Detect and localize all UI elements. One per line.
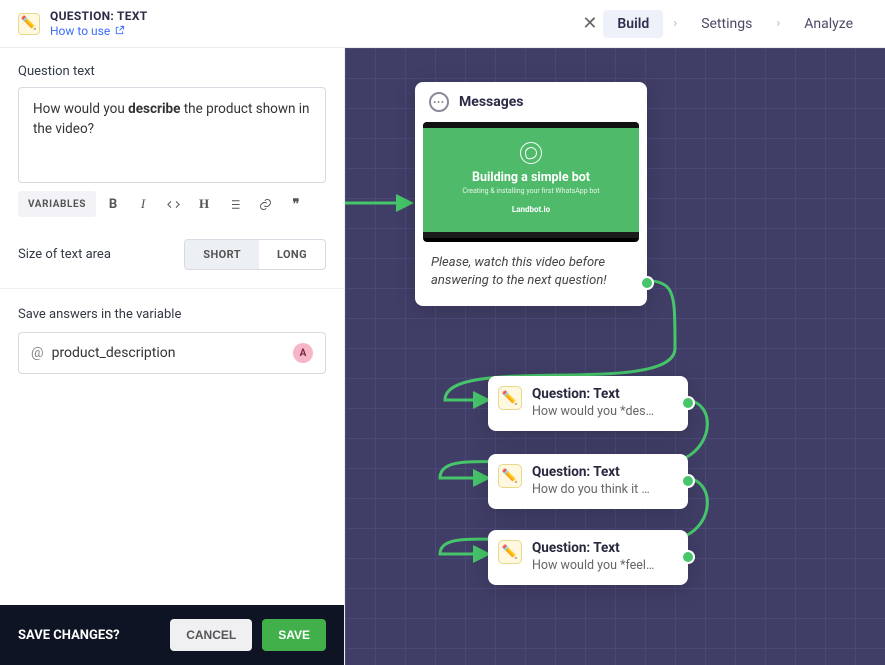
list-icon (227, 197, 242, 212)
video-brand: Landbot.io (431, 205, 631, 214)
variable-name: product_description (52, 345, 285, 361)
how-to-use-label: How to use (50, 24, 110, 38)
video-subtitle: Creating & installing your first WhatsAp… (431, 187, 631, 195)
node-subtitle: How would you *feel… (532, 558, 676, 573)
list-button[interactable] (221, 191, 248, 217)
node-subtitle: How do you think it … (532, 482, 676, 497)
flow-canvas[interactable]: Messages Building a simple bot Creating … (345, 48, 885, 665)
variables-button[interactable]: VARIABLES (18, 191, 96, 217)
pencil-icon: ✏️ (498, 464, 522, 488)
at-icon: @ (31, 345, 44, 361)
question-node-3[interactable]: ✏️ Question: Text How would you *feel… (488, 530, 688, 585)
pencil-icon: ✏️ (498, 540, 522, 564)
variable-field[interactable]: @ product_description A (18, 332, 326, 374)
side-panel: Question text How would you describe the… (0, 48, 345, 665)
top-nav: Build › Settings › Analyze (603, 10, 867, 38)
top-bar: ✏️ QUESTION: TEXT How to use ✕ Build › S… (0, 0, 885, 48)
size-label: Size of text area (18, 247, 111, 262)
messages-caption: Please, watch this video before answerin… (415, 242, 647, 306)
size-segmented: SHORT LONG (184, 239, 326, 270)
messages-title: Messages (459, 94, 523, 110)
editor-toolbar: VARIABLES B I H ❞ (18, 191, 326, 217)
panel-header: ✏️ QUESTION: TEXT How to use (18, 9, 576, 38)
code-icon (166, 197, 181, 212)
messages-node[interactable]: Messages Building a simple bot Creating … (415, 82, 647, 306)
save-button[interactable]: SAVE (262, 619, 326, 651)
panel-title: QUESTION: TEXT (50, 9, 148, 23)
video-title: Building a simple bot (431, 170, 631, 185)
question-text-label: Question text (18, 64, 326, 79)
chevron-right-icon: › (776, 16, 780, 31)
cancel-button[interactable]: CANCEL (170, 619, 252, 651)
node-title: Question: Text (532, 540, 676, 556)
how-to-use-link[interactable]: How to use (50, 24, 148, 38)
save-changes-label: SAVE CHANGES? (18, 628, 160, 643)
pencil-icon: ✏️ (18, 13, 40, 35)
external-link-icon (114, 25, 125, 36)
variable-label: Save answers in the variable (18, 307, 326, 322)
code-button[interactable] (160, 191, 187, 217)
close-icon[interactable]: ✕ (576, 7, 603, 40)
chevron-right-icon: › (673, 16, 677, 31)
tab-build[interactable]: Build (603, 10, 663, 38)
variable-type-badge: A (293, 343, 313, 363)
divider (0, 288, 344, 289)
node-subtitle: How would you *des… (532, 404, 676, 419)
output-port[interactable] (681, 550, 695, 564)
question-node-2[interactable]: ✏️ Question: Text How do you think it … (488, 454, 688, 509)
heading-button[interactable]: H (191, 191, 217, 217)
node-title: Question: Text (532, 386, 676, 402)
italic-button[interactable]: I (130, 191, 156, 217)
output-port[interactable] (640, 276, 654, 290)
pencil-icon: ✏️ (498, 386, 522, 410)
output-port[interactable] (681, 474, 695, 488)
size-short-option[interactable]: SHORT (185, 240, 259, 269)
tab-analyze[interactable]: Analyze (790, 10, 867, 38)
question-node-1[interactable]: ✏️ Question: Text How would you *des… (488, 376, 688, 431)
whatsapp-icon (520, 142, 542, 164)
tab-settings[interactable]: Settings (687, 10, 766, 38)
save-footer: SAVE CHANGES? CANCEL SAVE (0, 605, 344, 665)
video-thumbnail[interactable]: Building a simple bot Creating & install… (423, 122, 639, 242)
bold-button[interactable]: B (100, 191, 126, 217)
node-title: Question: Text (532, 464, 676, 480)
size-long-option[interactable]: LONG (259, 240, 325, 269)
chat-bubble-icon (429, 92, 449, 112)
link-button[interactable] (252, 191, 279, 217)
quote-button[interactable]: ❞ (283, 191, 309, 217)
output-port[interactable] (681, 396, 695, 410)
link-icon (258, 197, 273, 212)
question-text-input[interactable]: How would you describe the product shown… (18, 87, 326, 183)
